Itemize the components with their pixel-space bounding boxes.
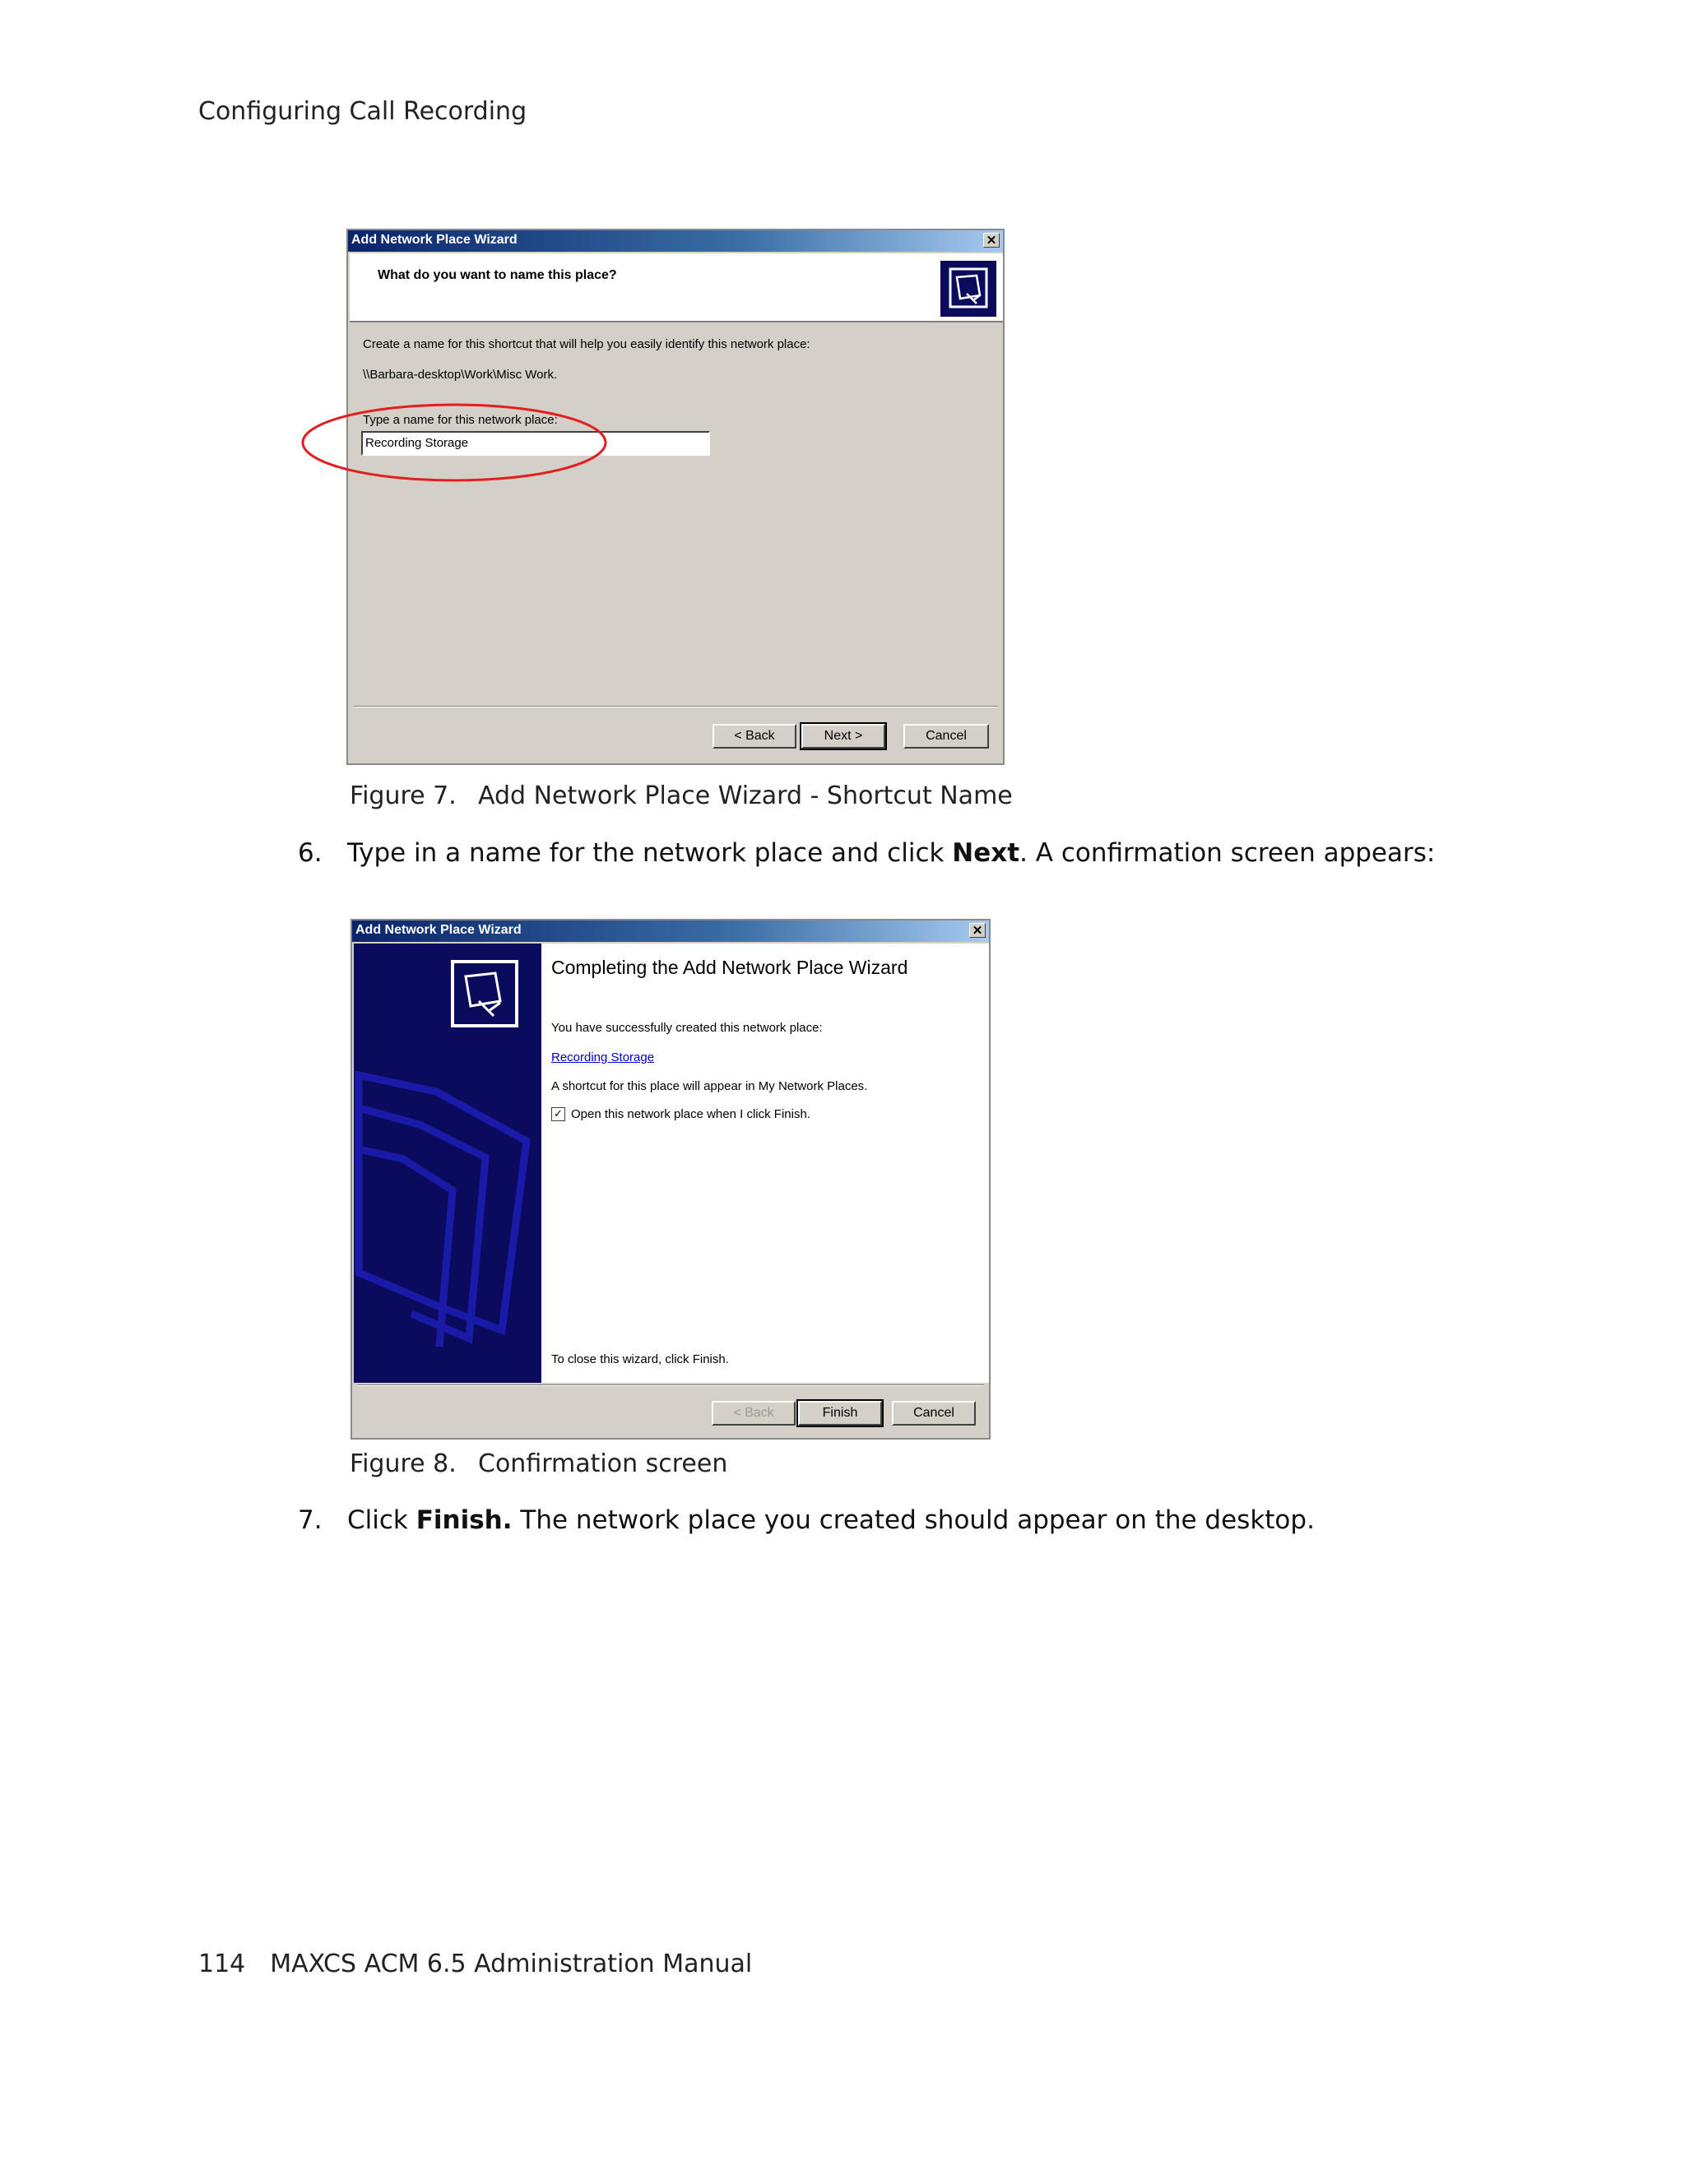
wizard-content: Completing the Add Network Place Wizard …: [541, 944, 989, 1383]
dialog-title: Add Network Place Wizard: [351, 233, 518, 247]
step-bold: Next: [952, 838, 1020, 868]
figure8-caption: Figure 8. Confirmation screen: [350, 1449, 727, 1478]
close-instruction: To close this wizard, click Finish.: [551, 1352, 729, 1366]
cancel-button[interactable]: Cancel: [892, 1401, 976, 1426]
close-button[interactable]: ✕: [983, 233, 1000, 248]
wizard-header: What do you want to name this place?: [350, 253, 1003, 322]
back-button[interactable]: < Back: [713, 724, 796, 749]
instruction-text: Create a name for this shortcut that wil…: [363, 337, 810, 351]
add-network-place-dialog-name: Add Network Place Wizard ✕ What do you w…: [346, 229, 1005, 765]
page-header: Configuring Call Recording: [198, 97, 527, 126]
add-network-place-dialog-complete: Add Network Place Wizard ✕ Completing th…: [350, 919, 991, 1440]
checkbox-label: Open this network place when I click Fin…: [571, 1107, 810, 1121]
success-text: You have successfully created this netwo…: [551, 1021, 823, 1035]
page-number: 114: [198, 1950, 246, 1978]
caption-text: Add Network Place Wizard - Shortcut Name: [478, 781, 1013, 810]
step-text-after: The network place you created should app…: [512, 1505, 1315, 1535]
button-separator: [357, 1384, 984, 1386]
title-bar[interactable]: Add Network Place Wizard ✕: [352, 920, 989, 942]
step-text-after: . A confirmation screen appears:: [1019, 838, 1436, 868]
step-bold: Finish.: [415, 1505, 513, 1535]
figure7-caption: Figure 7. Add Network Place Wizard - Shor…: [350, 781, 1013, 810]
button-separator: [353, 706, 998, 707]
finish-button[interactable]: Finish: [796, 1399, 884, 1427]
step-text: Type in a name for the network place and…: [347, 838, 953, 868]
back-button[interactable]: < Back: [712, 1401, 796, 1426]
page-footer: 114 MAXCS ACM 6.5 Administration Manual: [198, 1950, 752, 1978]
wizard-side-panel: [354, 944, 541, 1383]
cancel-button[interactable]: Cancel: [903, 724, 989, 749]
step-number: 6.: [298, 838, 323, 868]
place-link[interactable]: Recording Storage: [551, 1050, 654, 1064]
open-place-checkbox[interactable]: ✓: [551, 1107, 565, 1121]
step-6: 6. Type in a name for the network place a…: [298, 838, 1435, 868]
wizard-question: What do you want to name this place?: [378, 268, 617, 282]
step-number: 7.: [298, 1505, 323, 1535]
shortcut-text: A shortcut for this place will appear in…: [551, 1079, 868, 1093]
caption-number: Figure 8.: [350, 1449, 457, 1478]
manual-title: MAXCS ACM 6.5 Administration Manual: [270, 1950, 753, 1978]
step-7: 7. Click Finish. The network place you cr…: [298, 1505, 1315, 1535]
close-button[interactable]: ✕: [969, 923, 986, 938]
wizard-heading: Completing the Add Network Place Wizard: [551, 957, 908, 978]
caption-text: Confirmation screen: [478, 1449, 728, 1478]
network-place-icon: [940, 261, 996, 317]
wizard-icon: [453, 962, 517, 1026]
network-path: \\Barbara-desktop\Work\Misc Work.: [363, 368, 558, 382]
title-bar[interactable]: Add Network Place Wizard ✕: [348, 230, 1003, 252]
next-button[interactable]: Next >: [800, 722, 887, 750]
highlight-ellipse: [301, 403, 607, 482]
step-text: Click: [347, 1505, 416, 1535]
caption-number: Figure 7.: [350, 781, 457, 810]
dialog-title: Add Network Place Wizard: [355, 923, 522, 937]
